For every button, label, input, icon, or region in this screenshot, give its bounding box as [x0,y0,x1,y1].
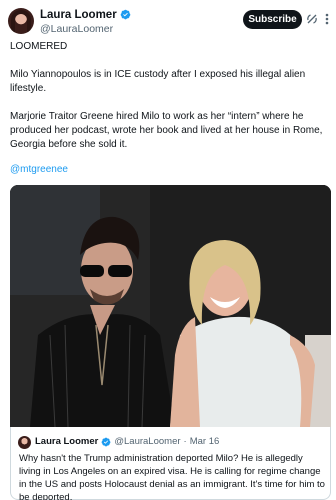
more-icon[interactable] [322,12,332,26]
author-name[interactable]: Laura Loomer [40,9,117,21]
quoted-author-handle: @LauraLoomer [114,436,181,447]
post-text-paragraph: Milo Yiannopoulos is in ICE custody afte… [10,69,306,94]
quoted-author-row: Laura Loomer @LauraLoomer · Mar 16 [35,436,219,447]
verified-badge-icon [120,9,130,20]
post-text-paragraph: Marjorie Traitor Greene hired Milo to wo… [10,111,323,150]
photo-illustration [10,185,331,427]
mention-link[interactable]: @mtgreenee [10,164,68,175]
author-block: Laura Loomer @LauraLoomer [40,8,131,35]
quoted-author-avatar [18,436,31,449]
quoted-separator: · [183,436,187,447]
post-header: Laura Loomer @LauraLoomer Subscribe [0,0,336,40]
post-photo[interactable] [10,185,331,427]
quoted-author-name: Laura Loomer [35,436,99,447]
quoted-post[interactable]: Laura Loomer @LauraLoomer · Mar 16 Why h… [10,427,331,500]
author-handle[interactable]: @LauraLoomer [40,23,131,35]
author-avatar[interactable] [8,8,34,34]
grok-icon[interactable] [306,13,318,25]
quoted-date[interactable]: Mar 16 [190,436,220,447]
post-text-paragraph: LOOMERED [10,41,68,52]
quoted-text: Why hasn't the Trump administration depo… [19,453,325,500]
verified-badge-icon [101,437,111,446]
subscribe-button[interactable]: Subscribe [243,10,302,29]
author-name-row: Laura Loomer [40,8,131,21]
